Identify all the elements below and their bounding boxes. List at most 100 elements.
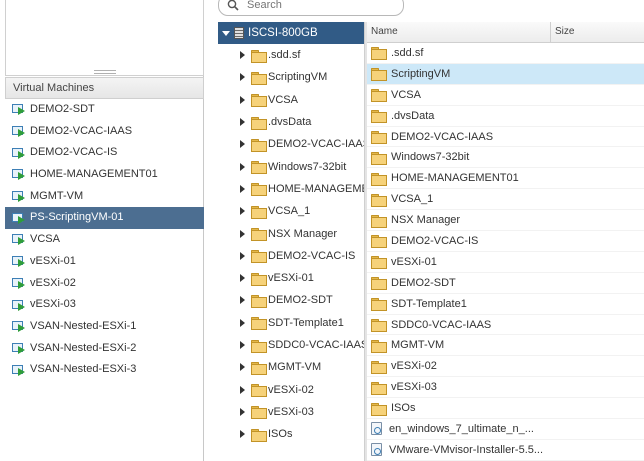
- file-row[interactable]: en_windows_7_ultimate_n_...: [367, 419, 644, 440]
- tree-folder-item[interactable]: MGMT-VM: [218, 356, 365, 378]
- expand-arrow-icon[interactable]: [240, 318, 245, 327]
- tree-folder-label: vESXi-01: [268, 272, 314, 285]
- vm-icon: [12, 147, 26, 159]
- tree-folder-item[interactable]: SDT-Template1: [218, 312, 365, 334]
- vm-list-item[interactable]: DEMO2-VCAC-IS: [5, 142, 204, 164]
- vm-list-item[interactable]: vESXi-02: [5, 273, 204, 295]
- column-header-size[interactable]: Size: [551, 22, 644, 42]
- folder-icon: [371, 402, 387, 416]
- tree-folder-item[interactable]: vESXi-03: [218, 401, 365, 423]
- file-row[interactable]: vESXi-03: [367, 377, 644, 399]
- folder-icon: [251, 94, 267, 108]
- file-row[interactable]: SDT-Template1: [367, 294, 644, 315]
- file-browser-table: Name Size .sdd.sf ScriptingVM VCSA .dvsData…: [367, 22, 644, 461]
- expand-arrow-icon[interactable]: [240, 118, 245, 127]
- tree-folder-list: .sdd.sf ScriptingVM VCSA .dvsData DEMO2-VCAC…: [218, 44, 365, 445]
- vm-icon: [12, 364, 26, 376]
- tree-folder-item[interactable]: DEMO2-SDT: [218, 289, 365, 311]
- tree-root-datastore[interactable]: ISCSI-800GB: [218, 22, 365, 44]
- tree-folder-item[interactable]: ScriptingVM: [218, 66, 365, 88]
- file-row[interactable]: VMware-VMvisor-Installer-5.5...: [367, 440, 644, 461]
- file-row[interactable]: vESXi-01: [367, 252, 644, 273]
- folder-icon: [371, 214, 387, 228]
- expand-arrow-icon[interactable]: [240, 296, 245, 305]
- expand-arrow-icon[interactable]: [240, 73, 245, 82]
- file-row[interactable]: .sdd.sf: [367, 43, 644, 64]
- tree-folder-item[interactable]: Windows7-32bit: [218, 155, 365, 177]
- file-row[interactable]: ScriptingVM: [367, 63, 644, 85]
- tree-folder-item[interactable]: ISOs: [218, 423, 365, 445]
- file-row[interactable]: SDDC0-VCAC-IAAS: [367, 315, 644, 336]
- tree-folder-item[interactable]: DEMO2-VCAC-IS: [218, 245, 365, 267]
- file-name: VCSA_1: [391, 193, 434, 206]
- column-header-name[interactable]: Name: [367, 22, 551, 42]
- tree-folder-item[interactable]: NSX Manager: [218, 222, 365, 244]
- vm-list-item[interactable]: VSAN-Nested-ESXi-2: [5, 338, 204, 360]
- expand-arrow-icon[interactable]: [240, 162, 245, 171]
- file-list: .sdd.sf ScriptingVM VCSA .dvsData DEMO2-VCAC…: [367, 43, 644, 461]
- folder-icon: [251, 71, 267, 85]
- file-row[interactable]: DEMO2-VCAC-IS: [367, 231, 644, 252]
- file-row[interactable]: NSX Manager: [367, 210, 644, 232]
- tree-folder-item[interactable]: vESXi-01: [218, 267, 365, 289]
- folder-icon: [371, 131, 387, 144]
- file-row[interactable]: .dvsData: [367, 106, 644, 127]
- file-row[interactable]: DEMO2-VCAC-IAAS: [367, 127, 644, 148]
- tree-folder-item[interactable]: .dvsData: [218, 111, 365, 133]
- expand-arrow-icon[interactable]: [240, 430, 245, 439]
- expand-arrow-icon[interactable]: [240, 207, 245, 216]
- tree-folder-label: Windows7-32bit: [268, 160, 347, 173]
- vm-list-item[interactable]: HOME-MANAGEMENT01: [5, 164, 204, 186]
- file-name: DEMO2-SDT: [391, 276, 456, 289]
- folder-icon: [371, 89, 387, 103]
- inventory-pane: [5, 0, 204, 76]
- expand-arrow-icon[interactable]: [240, 274, 245, 283]
- tree-folder-item[interactable]: vESXi-02: [218, 378, 365, 400]
- file-row[interactable]: DEMO2-SDT: [367, 273, 644, 294]
- tree-folder-item[interactable]: DEMO2-VCAC-IAAS: [218, 133, 365, 155]
- tree-folder-item[interactable]: HOME-MANAGEME: [218, 178, 365, 200]
- expand-arrow-icon[interactable]: [240, 385, 245, 394]
- vm-list-item[interactable]: MGMT-VM: [5, 186, 204, 208]
- vm-list-item[interactable]: PS-ScriptingVM-01: [5, 207, 204, 230]
- vm-list-item[interactable]: DEMO2-VCAC-IAAS: [5, 121, 204, 143]
- iso-file-icon: [371, 443, 382, 457]
- search-box[interactable]: [218, 0, 404, 16]
- expand-arrow-icon[interactable]: [240, 363, 245, 372]
- file-row[interactable]: Windows7-32bit: [367, 147, 644, 169]
- vm-list-item[interactable]: vESXi-03: [5, 294, 204, 316]
- expand-arrow-icon[interactable]: [240, 184, 245, 193]
- tree-folder-item[interactable]: VCSA: [218, 89, 365, 111]
- tree-folder-label: vESXi-02: [268, 383, 314, 396]
- file-row[interactable]: VCSA: [367, 85, 644, 106]
- expand-arrow-icon[interactable]: [240, 51, 245, 60]
- search-input[interactable]: [247, 0, 387, 11]
- expand-arrow-icon[interactable]: [240, 251, 245, 260]
- file-row[interactable]: MGMT-VM: [367, 335, 644, 357]
- vm-list-item[interactable]: VCSA: [5, 229, 204, 251]
- file-name: vESXi-03: [391, 381, 437, 394]
- tree-folder-item[interactable]: .sdd.sf: [218, 44, 365, 66]
- expand-arrow-icon[interactable]: [240, 140, 245, 149]
- expand-arrow-icon[interactable]: [240, 229, 245, 238]
- vm-list-item[interactable]: DEMO2-SDT: [5, 99, 204, 121]
- vm-list-item[interactable]: VSAN-Nested-ESXi-3: [5, 359, 204, 381]
- datastore-tree: ISCSI-800GB .sdd.sf ScriptingVM VCSA .dvsDa…: [218, 22, 365, 461]
- tree-folder-item[interactable]: VCSA_1: [218, 200, 365, 222]
- expand-arrow-icon[interactable]: [240, 95, 245, 104]
- vm-list-item[interactable]: VSAN-Nested-ESXi-1: [5, 316, 204, 338]
- file-name: vESXi-02: [391, 360, 437, 373]
- expand-arrow-icon[interactable]: [240, 341, 245, 349]
- tree-folder-item[interactable]: SDDC0-VCAC-IAAS: [218, 334, 365, 356]
- datastore-icon: [234, 27, 244, 39]
- expand-arrow-icon[interactable]: [240, 407, 245, 416]
- collapse-arrow-icon[interactable]: [222, 30, 230, 36]
- file-row[interactable]: ISOs: [367, 398, 644, 420]
- resize-grip[interactable]: [94, 70, 116, 74]
- vm-label: DEMO2-VCAC-IAAS: [30, 124, 133, 137]
- folder-icon: [371, 151, 387, 165]
- file-row[interactable]: HOME-MANAGEMENT01: [367, 168, 644, 190]
- vm-list-item[interactable]: vESXi-01: [5, 251, 204, 273]
- file-row[interactable]: vESXi-02: [367, 356, 644, 378]
- file-row[interactable]: VCSA_1: [367, 189, 644, 211]
